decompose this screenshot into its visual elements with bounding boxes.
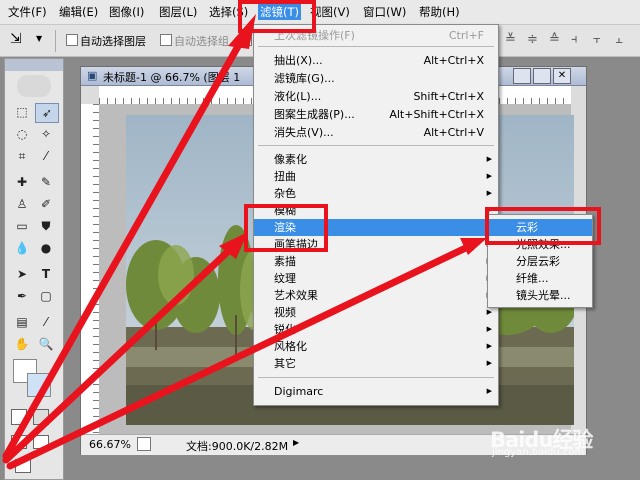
arrow-to-render — [2, 240, 240, 464]
arrow-to-filter-menu — [2, 30, 249, 460]
annotation-arrows — [2, 14, 487, 470]
arrowhead-filter-icon — [228, 14, 256, 49]
arrow-to-clouds — [6, 240, 478, 470]
baidu-watermark-url: jingyan.baidu.com — [492, 447, 585, 458]
